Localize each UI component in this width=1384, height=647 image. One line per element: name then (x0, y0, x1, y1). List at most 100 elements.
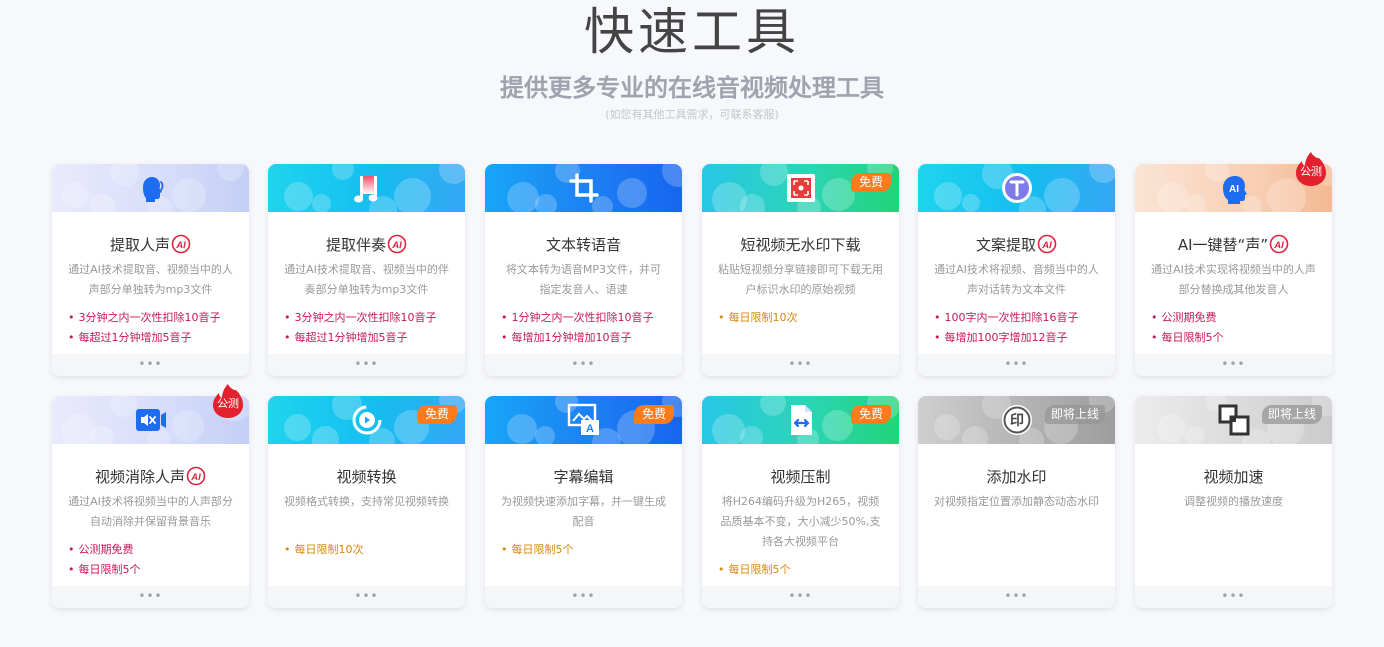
pricing-item: 每超过1分钟增加5音子 (68, 328, 241, 348)
card-description: 对视频指定位置添加静态动态水印 (934, 495, 1099, 508)
more-button[interactable]: ••• (485, 586, 682, 608)
svg-text:AI: AI (1229, 184, 1239, 195)
tool-card[interactable]: A 免费字幕编辑为视频快速添加字幕，并一键生成配音每日限制5个 ••• (485, 396, 682, 608)
card-title: 文案提取 AI (918, 234, 1115, 256)
pricing-item: 每日限制5个 (501, 540, 674, 560)
free-badge: 免费 (850, 405, 891, 424)
tool-card[interactable]: 文本转语音将文本转为语音MP3文件，并可指定发音人、语速 1分钟之内一次性扣除10… (485, 164, 682, 376)
pricing-item: 公测期免费 (1151, 308, 1324, 328)
card-description: 调整视频的播放速度 (1184, 495, 1283, 508)
contact-note: (如您有其他工具需求，可联系客服) (605, 108, 779, 121)
pricing-item: 每超过1分钟增加5音子 (284, 328, 457, 348)
card-title-text: 提取人声 (109, 236, 170, 254)
tool-card[interactable]: 提取人声 AI 通过AI技术提取音、视频当中的人声部分单独转为mp3文件 3分钟之内一… (52, 164, 249, 376)
ai-badge-icon: AI (186, 466, 206, 486)
tool-card[interactable]: 文案提取 AI 通过AI技术将视频、音频当中的人声对话转为文本文件 100字内一次性扣… (918, 164, 1115, 376)
card-title-text: 视频消除人声 (94, 468, 185, 486)
card-banner: A 免费 (485, 396, 682, 444)
more-button[interactable]: ••• (702, 354, 899, 376)
card-banner (52, 164, 249, 212)
tool-card[interactable]: AIAI一键替“声”AI通过AI技术实现将视频当中的人声部分替换成其他发音人公测… (1135, 164, 1332, 376)
card-title-text: 提取伴奏 (325, 236, 386, 254)
coming-soon-badge: 即将上线 (1261, 405, 1322, 424)
card-banner (485, 164, 682, 212)
card-title: 视频转换 (268, 466, 465, 488)
head-voice-icon (134, 171, 168, 205)
watermark-icon: 印 (1000, 403, 1034, 437)
svg-text:A: A (586, 423, 594, 435)
pricing-list: 公测期免费每日限制5个 (1151, 308, 1324, 348)
more-button[interactable]: ••• (52, 586, 249, 608)
more-button[interactable]: ••• (52, 354, 249, 376)
more-button[interactable]: ••• (1135, 586, 1332, 608)
card-description: 通过AI技术将视频、音频当中的人声对话转为文本文件 (934, 263, 1099, 296)
more-button[interactable]: ••• (702, 586, 899, 608)
pricing-item: 3分钟之内一次性扣除10音子 (284, 308, 457, 328)
svg-text:AI: AI (175, 240, 186, 251)
card-description: 通过AI技术提取音、视频当中的伴奏部分单独转为mp3文件 (284, 263, 449, 296)
card-title-text: 视频压制 (770, 468, 831, 486)
more-button[interactable]: ••• (918, 586, 1115, 608)
more-button[interactable]: ••• (268, 354, 465, 376)
speed-icon (1217, 403, 1251, 437)
card-description: 通过AI技术实现将视频当中的人声部分替换成其他发音人 (1151, 263, 1316, 296)
mute-video-icon (134, 403, 168, 437)
card-banner: 即将上线 (1135, 396, 1332, 444)
card-banner: 免费 (702, 164, 899, 212)
card-title: 提取伴奏 AI (268, 234, 465, 256)
more-button[interactable]: ••• (1135, 354, 1332, 376)
card-title: 添加水印 (918, 466, 1115, 488)
pricing-item: 100字内一次性扣除16音子 (934, 308, 1107, 328)
more-button[interactable]: ••• (268, 586, 465, 608)
pricing-item: 每日限制5个 (1151, 328, 1324, 348)
svg-text:AI: AI (1041, 240, 1052, 251)
free-badge: 免费 (416, 405, 457, 424)
tool-card[interactable]: 免费视频转换视频格式转换，支持常见视频转换每日限制10次 ••• (268, 396, 465, 608)
card-description: 将文本转为语音MP3文件，并可指定发音人、语速 (505, 263, 662, 296)
tool-card[interactable]: 即将上线视频加速调整视频的播放速度 ••• (1135, 396, 1332, 608)
ai-badge-icon: AI (1037, 234, 1057, 254)
pricing-list: 3分钟之内一次性扣除10音子每超过1分钟增加5音子 (284, 308, 457, 348)
beta-flame-icon: 公测 (1294, 151, 1328, 187)
pricing-list: 1分钟之内一次性扣除10音子每增加1分钟增加10音子 (501, 308, 674, 348)
compress-file-icon (784, 403, 818, 437)
pricing-item: 每日限制5个 (68, 560, 241, 580)
pricing-item: 每日限制5个 (718, 560, 891, 580)
ai-badge-icon: AI (387, 234, 407, 254)
pricing-item: 每日限制10次 (718, 308, 891, 328)
card-title: 文本转语音 (485, 234, 682, 256)
tool-card[interactable]: 视频消除人声 AI 通过AI技术将视频当中的人声部分自动消除并保留背景音乐公测期免费… (52, 396, 249, 608)
pricing-list: 3分钟之内一次性扣除10音子每超过1分钟增加5音子 (68, 308, 241, 348)
more-button[interactable]: ••• (485, 354, 682, 376)
card-title-text: AI一键替“声” (1177, 236, 1269, 254)
pricing-item: 公测期免费 (68, 540, 241, 560)
card-title-text: 视频转换 (336, 468, 397, 486)
svg-text:AI: AI (190, 472, 201, 483)
beta-flame-icon: 公测 (211, 383, 245, 419)
card-title-text: 短视频无水印下载 (740, 236, 861, 254)
pricing-list: 每日限制5个 (501, 540, 674, 560)
tool-card[interactable]: 印 即将上线添加水印对视频指定位置添加静态动态水印 ••• (918, 396, 1115, 608)
card-title: 视频加速 (1135, 466, 1332, 488)
ai-head-icon: AI (1217, 171, 1251, 205)
card-banner: 印 即将上线 (918, 396, 1115, 444)
more-button[interactable]: ••• (918, 354, 1115, 376)
ai-badge-icon: AI (1269, 234, 1289, 254)
text-t-icon (1000, 171, 1034, 205)
pricing-item: 每增加100字增加12音子 (934, 328, 1107, 348)
card-title: AI一键替“声” AI (1135, 234, 1332, 256)
svg-text:AI: AI (391, 240, 402, 251)
music-note-icon (350, 171, 384, 205)
tool-card[interactable]: 免费 视频压制 将H264编码升级为H265，视频品质基本不变，大小减少50%,支持… (702, 396, 899, 608)
svg-text:印: 印 (1010, 412, 1024, 428)
card-title-text: 文本转语音 (545, 236, 621, 254)
pricing-list: 每日限制10次 (284, 540, 457, 560)
card-title-text: 添加水印 (986, 468, 1047, 486)
subtitle-icon: A (567, 403, 601, 437)
pricing-list: 每日限制10次 (718, 308, 891, 328)
tool-card[interactable]: 免费短视频无水印下载粘贴短视频分享链接即可下载无用户标识水印的原始视频每日限制1… (702, 164, 899, 376)
card-description: 通过AI技术将视频当中的人声部分自动消除并保留背景音乐 (68, 495, 233, 528)
tool-card[interactable]: 提取伴奏 AI 通过AI技术提取音、视频当中的伴奏部分单独转为mp3文件 3分钟之内一… (268, 164, 465, 376)
card-title: 视频压制 (702, 466, 899, 488)
pricing-list: 公测期免费每日限制5个 (68, 540, 241, 580)
